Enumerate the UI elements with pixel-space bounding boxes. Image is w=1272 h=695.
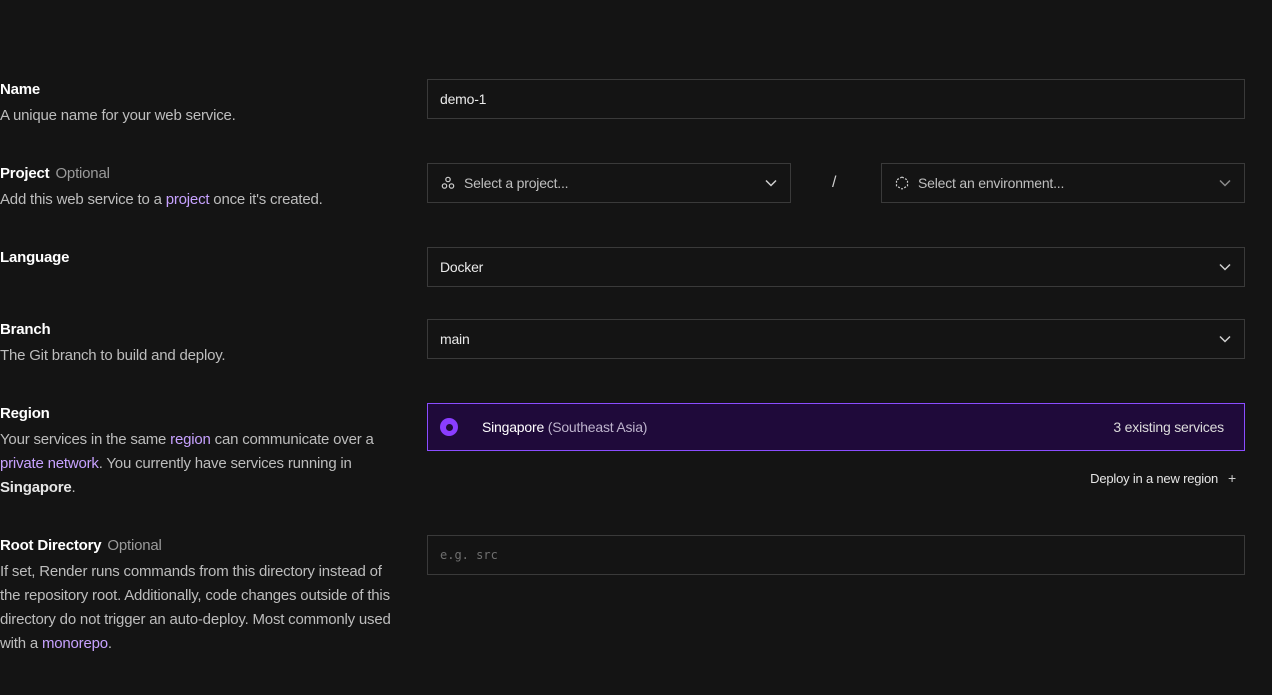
region-option-label: Singapore (Southeast Asia) bbox=[482, 419, 1113, 435]
language-label-group: Language bbox=[0, 248, 400, 268]
name-input[interactable]: demo-1 bbox=[427, 79, 1245, 119]
private-network-link[interactable]: private network bbox=[0, 455, 99, 472]
region-existing-services-count: 3 existing services bbox=[1113, 419, 1224, 435]
plus-icon: + bbox=[1228, 470, 1236, 486]
root-directory-input[interactable] bbox=[427, 535, 1245, 575]
environment-select-placeholder: Select an environment... bbox=[918, 175, 1065, 191]
environment-icon bbox=[894, 175, 910, 191]
chevron-down-icon bbox=[764, 176, 778, 190]
environment-select[interactable]: Select an environment... bbox=[881, 163, 1245, 203]
deploy-new-region-label: Deploy in a new region bbox=[1090, 470, 1219, 486]
project-select-placeholder: Select a project... bbox=[464, 175, 569, 191]
root-directory-description: If set, Render runs commands from this d… bbox=[0, 560, 392, 656]
project-icon bbox=[440, 175, 456, 191]
region-desc-text-2: can communicate over a bbox=[210, 431, 374, 448]
name-input-value: demo-1 bbox=[440, 91, 487, 107]
root-directory-optional-tag: Optional bbox=[107, 537, 162, 554]
name-description: A unique name for your web service. bbox=[0, 107, 236, 124]
branch-title: Branch bbox=[0, 321, 51, 338]
language-select-value: Docker bbox=[440, 259, 484, 275]
deploy-new-region-button[interactable]: Deploy in a new region + bbox=[1090, 470, 1236, 486]
chevron-down-icon bbox=[1218, 176, 1232, 190]
name-title: Name bbox=[0, 81, 41, 98]
project-select[interactable]: Select a project... bbox=[427, 163, 791, 203]
chevron-down-icon bbox=[1218, 332, 1232, 346]
monorepo-link[interactable]: monorepo bbox=[42, 635, 108, 652]
region-link[interactable]: region bbox=[170, 431, 211, 448]
root-directory-label-group: Root Directory Optional If set, Render ru… bbox=[0, 536, 392, 656]
project-desc-text: Add this web service to a bbox=[0, 191, 166, 208]
region-desc-text: Your services in the same bbox=[0, 431, 171, 448]
region-option-singapore[interactable]: Singapore (Southeast Asia) 3 existing se… bbox=[427, 403, 1245, 451]
project-title: Project bbox=[0, 165, 50, 182]
branch-label-group: Branch The Git branch to build and deplo… bbox=[0, 320, 400, 368]
project-desc-text-end: once it's created. bbox=[209, 191, 323, 208]
project-description: Add this web service to a project once i… bbox=[0, 188, 400, 212]
chevron-down-icon bbox=[1218, 260, 1232, 274]
region-description: Your services in the same region can com… bbox=[0, 428, 395, 500]
region-option-name: Singapore bbox=[482, 419, 545, 435]
project-optional-tag: Optional bbox=[55, 165, 110, 182]
project-environment-separator: / bbox=[832, 174, 837, 191]
region-desc-bold: Singapore bbox=[0, 479, 72, 496]
region-desc-text-3: . You currently have services running in bbox=[98, 455, 352, 472]
branch-description: The Git branch to build and deploy. bbox=[0, 347, 226, 364]
branch-select[interactable]: main bbox=[427, 319, 1245, 359]
language-select[interactable]: Docker bbox=[427, 247, 1245, 287]
language-title: Language bbox=[0, 249, 70, 266]
project-link[interactable]: project bbox=[166, 191, 210, 208]
branch-select-value: main bbox=[440, 331, 470, 347]
root-directory-desc-text-end: . bbox=[107, 635, 112, 652]
region-label-group: Region Your services in the same region … bbox=[0, 404, 395, 500]
root-directory-title: Root Directory bbox=[0, 537, 102, 554]
region-option-subtitle: (Southeast Asia) bbox=[547, 419, 648, 435]
project-label-group: Project Optional Add this web service to … bbox=[0, 164, 400, 212]
region-desc-text-4: . bbox=[71, 479, 76, 496]
radio-selected-icon[interactable] bbox=[440, 418, 458, 436]
region-title: Region bbox=[0, 405, 50, 422]
name-label-group: Name A unique name for your web service. bbox=[0, 80, 400, 128]
